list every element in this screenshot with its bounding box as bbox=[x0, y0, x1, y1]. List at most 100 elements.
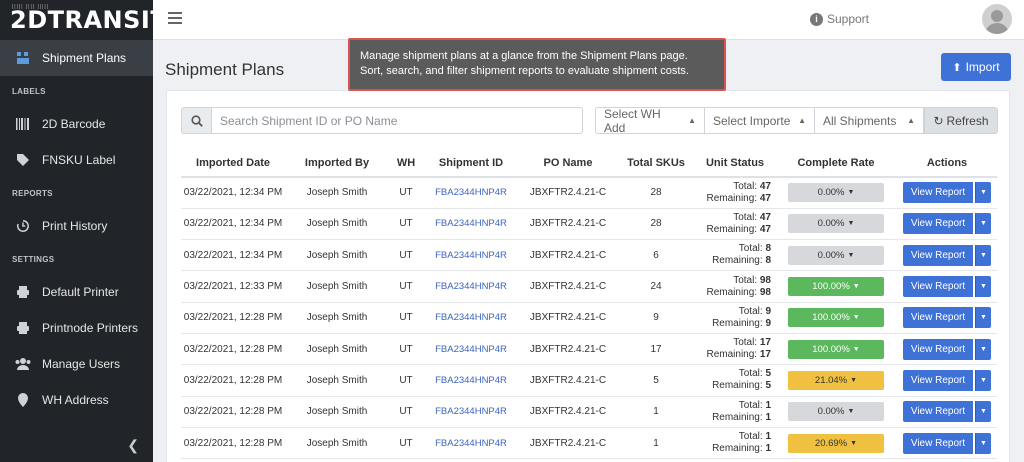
caret-down-icon: ▼ bbox=[980, 314, 987, 322]
menu-toggle-button[interactable] bbox=[168, 12, 182, 24]
view-report-dropdown-toggle[interactable]: ▼ bbox=[975, 369, 991, 391]
view-report-button[interactable]: View Report bbox=[903, 401, 973, 423]
shipment-id-link[interactable]: FBA2344HNP4R bbox=[435, 187, 507, 198]
view-report-button[interactable]: View Report bbox=[903, 307, 973, 329]
avatar[interactable] bbox=[982, 4, 1012, 34]
complete-rate-dropdown[interactable]: 100.00% ▼ bbox=[788, 339, 884, 359]
col-wh[interactable]: WH bbox=[389, 149, 423, 178]
table-row[interactable]: 03/22/2021, 12:33 PM Joseph Smith UT FBA234… bbox=[181, 270, 997, 303]
col-complete-rate[interactable]: Complete Rate bbox=[775, 149, 897, 178]
view-report-dropdown-toggle[interactable]: ▼ bbox=[975, 244, 991, 266]
col-shipment-id[interactable]: Shipment ID bbox=[423, 149, 519, 178]
import-button[interactable]: ⬆ Import bbox=[941, 53, 1011, 81]
col-imported-by[interactable]: Imported By bbox=[285, 149, 389, 178]
table-row[interactable]: 03/22/2021, 12:28 PM Joseph Smith UT FBA234… bbox=[181, 302, 997, 334]
view-report-dropdown-toggle[interactable]: ▼ bbox=[975, 338, 991, 360]
importer-select[interactable]: Select Importe ▲︎ bbox=[705, 107, 815, 134]
sidebar-item-wh-address[interactable]: WH Address bbox=[0, 382, 153, 418]
shipment-id-link[interactable]: FBA2344HNP4R bbox=[435, 250, 507, 261]
sidebar-item-2d-barcode[interactable]: 2D Barcode bbox=[0, 106, 153, 142]
view-report-dropdown-toggle[interactable]: ▼ bbox=[975, 401, 991, 423]
col-unit-status[interactable]: Unit Status bbox=[695, 149, 775, 178]
col-imported-date[interactable]: Imported Date bbox=[181, 149, 285, 178]
search-bar bbox=[181, 107, 583, 134]
caret-down-icon: ▼ bbox=[847, 220, 855, 228]
unit-status-cell: Total: 8 Remaining: 8 bbox=[695, 239, 775, 272]
complete-rate-dropdown[interactable]: 0.00% ▼ bbox=[788, 214, 884, 234]
total-value: 47 bbox=[759, 180, 771, 192]
view-report-dropdown-toggle[interactable]: ▼ bbox=[975, 307, 991, 329]
shipment-id-link[interactable]: FBA2344HNP4R bbox=[435, 218, 507, 229]
complete-rate-dropdown[interactable]: 0.00% ▼ bbox=[788, 183, 884, 203]
table-row[interactable]: 03/22/2021, 12:34 PM Joseph Smith UT FBA234… bbox=[181, 177, 997, 209]
sidebar-item-print-history[interactable]: Print History bbox=[0, 208, 153, 244]
view-report-button[interactable]: View Report bbox=[903, 244, 973, 266]
view-report-dropdown-toggle[interactable]: ▼ bbox=[975, 276, 991, 298]
collapse-sidebar-button[interactable]: ❮ bbox=[0, 428, 153, 462]
total-label: Total: bbox=[738, 399, 763, 411]
view-report-button[interactable]: View Report bbox=[903, 276, 973, 298]
table-row[interactable]: 03/22/2021, 12:34 PM Joseph Smith UT FBA234… bbox=[181, 208, 997, 241]
sidebar-item-label: Printnode Printers bbox=[42, 321, 139, 335]
support-label: Support bbox=[826, 12, 869, 26]
complete-rate-dropdown[interactable]: 21.04% ▼ bbox=[788, 370, 884, 390]
view-report-button[interactable]: View Report bbox=[903, 213, 973, 235]
caret-down-icon: ▼ bbox=[980, 283, 987, 291]
status-select[interactable]: All Shipments ▲︎ bbox=[815, 107, 924, 134]
table-row[interactable]: 03/22/2021, 12:28 PM Joseph Smith UT FBA234… bbox=[181, 364, 997, 397]
shipment-id-link[interactable]: FBA2344HNP4R bbox=[435, 438, 507, 449]
wh-address-select[interactable]: Select WH Add ▲︎ bbox=[595, 106, 705, 135]
complete-rate-dropdown[interactable]: 0.00% ▼ bbox=[788, 402, 884, 422]
shipment-id-link[interactable]: FBA2344HNP4R bbox=[435, 406, 507, 417]
view-report-button[interactable]: View Report bbox=[903, 369, 973, 391]
search-icon bbox=[181, 107, 211, 134]
view-report-dropdown-toggle[interactable]: ▼ bbox=[975, 213, 991, 235]
table-row[interactable]: 03/22/2021, 12:28 PM Joseph Smith UT FBA234… bbox=[181, 427, 997, 460]
complete-rate-value: 0.00% bbox=[817, 187, 845, 199]
caret-down-icon: ▼ bbox=[980, 439, 987, 447]
shipment-id-link[interactable]: FBA2344HNP4R bbox=[435, 312, 507, 323]
sidebar-item-shipment-plans[interactable]: Shipment Plans bbox=[0, 40, 153, 76]
imported-date-cell: 03/22/2021, 12:34 PM bbox=[181, 208, 285, 241]
remaining-label: Remaining: bbox=[712, 255, 763, 267]
complete-rate-dropdown[interactable]: 20.69% ▼ bbox=[788, 433, 884, 453]
shipment-id-link[interactable]: FBA2344HNP4R bbox=[435, 281, 507, 292]
view-report-dropdown-toggle[interactable]: ▼ bbox=[975, 182, 991, 204]
sidebar-item-fnsku-label[interactable]: FNSKU Label bbox=[0, 142, 153, 178]
section-label-settings: SETTINGS bbox=[12, 254, 55, 264]
shipment-id-cell: FBA2344HNP4R bbox=[423, 270, 519, 303]
complete-rate-cell: 0.00% ▼ bbox=[775, 396, 897, 428]
shipment-id-link[interactable]: FBA2344HNP4R bbox=[435, 344, 507, 355]
complete-rate-dropdown[interactable]: 100.00% ▼ bbox=[788, 277, 884, 297]
complete-rate-cell: 100.00% ▼ bbox=[775, 302, 897, 334]
search-input[interactable] bbox=[211, 107, 583, 134]
logo[interactable]: ||||| |||| ||||| 2DTRANSIT bbox=[0, 0, 167, 40]
total-value: 1 bbox=[765, 399, 771, 411]
complete-rate-dropdown[interactable]: 0.00% ▼ bbox=[788, 245, 884, 265]
view-report-button[interactable]: View Report bbox=[903, 182, 973, 204]
refresh-button[interactable]: ↻ Refresh bbox=[924, 107, 998, 134]
table-row[interactable]: 03/22/2021, 12:34 PM Joseph Smith UT FBA234… bbox=[181, 239, 997, 272]
table-row[interactable]: 03/22/2021, 12:28 PM Joseph Smith UT FBA234… bbox=[181, 333, 997, 366]
updown-caret-icon: ▲︎ bbox=[688, 116, 696, 125]
view-report-dropdown-toggle[interactable]: ▼ bbox=[975, 432, 991, 454]
sidebar-item-default-printer[interactable]: Default Printer bbox=[0, 274, 153, 310]
support-link[interactable]: i Support bbox=[809, 12, 869, 26]
map-pin-icon bbox=[14, 391, 32, 409]
col-po-name[interactable]: PO Name bbox=[519, 149, 617, 178]
total-skus-cell: 17 bbox=[617, 333, 695, 366]
imported-by-cell: Joseph Smith bbox=[285, 208, 389, 241]
shipment-id-link[interactable]: FBA2344HNP4R bbox=[435, 375, 507, 386]
wh-address-select-value: Select WH Add bbox=[604, 106, 661, 135]
actions-cell: View Report ▼ bbox=[897, 177, 997, 209]
logo-barcode-strip: ||||| |||| ||||| bbox=[12, 4, 49, 10]
table-row[interactable]: 03/22/2021, 12:28 PM Joseph Smith UT FBA234… bbox=[181, 396, 997, 428]
remaining-value: 1 bbox=[765, 443, 771, 455]
sidebar-item-printnode-printers[interactable]: Printnode Printers bbox=[0, 310, 153, 346]
view-report-button[interactable]: View Report bbox=[903, 432, 973, 454]
upload-icon: ⬆ bbox=[952, 61, 962, 74]
complete-rate-dropdown[interactable]: 100.00% ▼ bbox=[788, 308, 884, 328]
view-report-button[interactable]: View Report bbox=[903, 338, 973, 360]
sidebar-item-manage-users[interactable]: Manage Users bbox=[0, 346, 153, 382]
col-total-skus[interactable]: Total SKUs bbox=[617, 149, 695, 178]
